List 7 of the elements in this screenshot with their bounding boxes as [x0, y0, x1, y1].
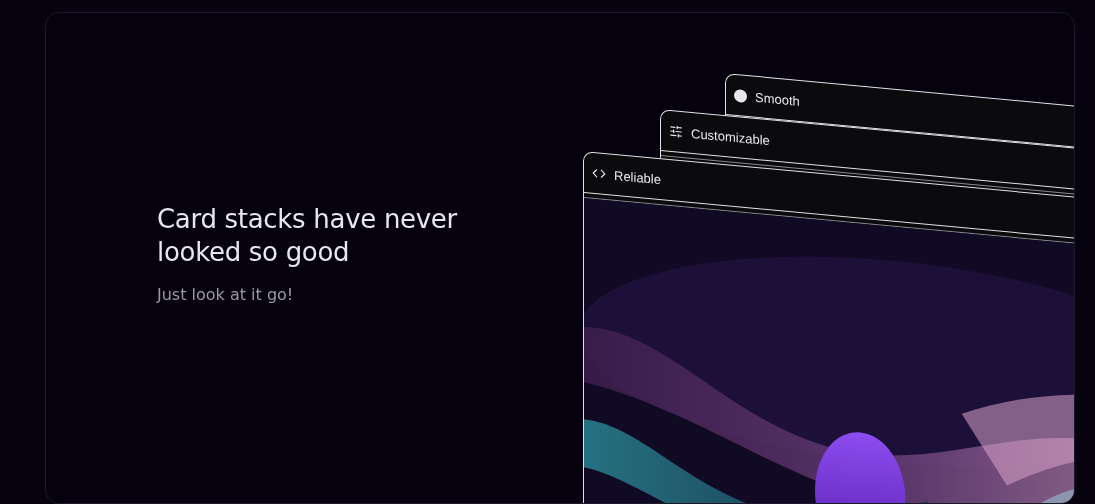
sliders-icon: [669, 123, 683, 140]
card-title: Customizable: [691, 125, 770, 148]
card-title: Smooth: [755, 89, 800, 109]
heading: Card stacks have never looked so good: [157, 203, 459, 269]
circle-icon: [734, 88, 747, 103]
card-title: Reliable: [614, 167, 661, 187]
subheading: Just look at it go!: [157, 285, 295, 304]
